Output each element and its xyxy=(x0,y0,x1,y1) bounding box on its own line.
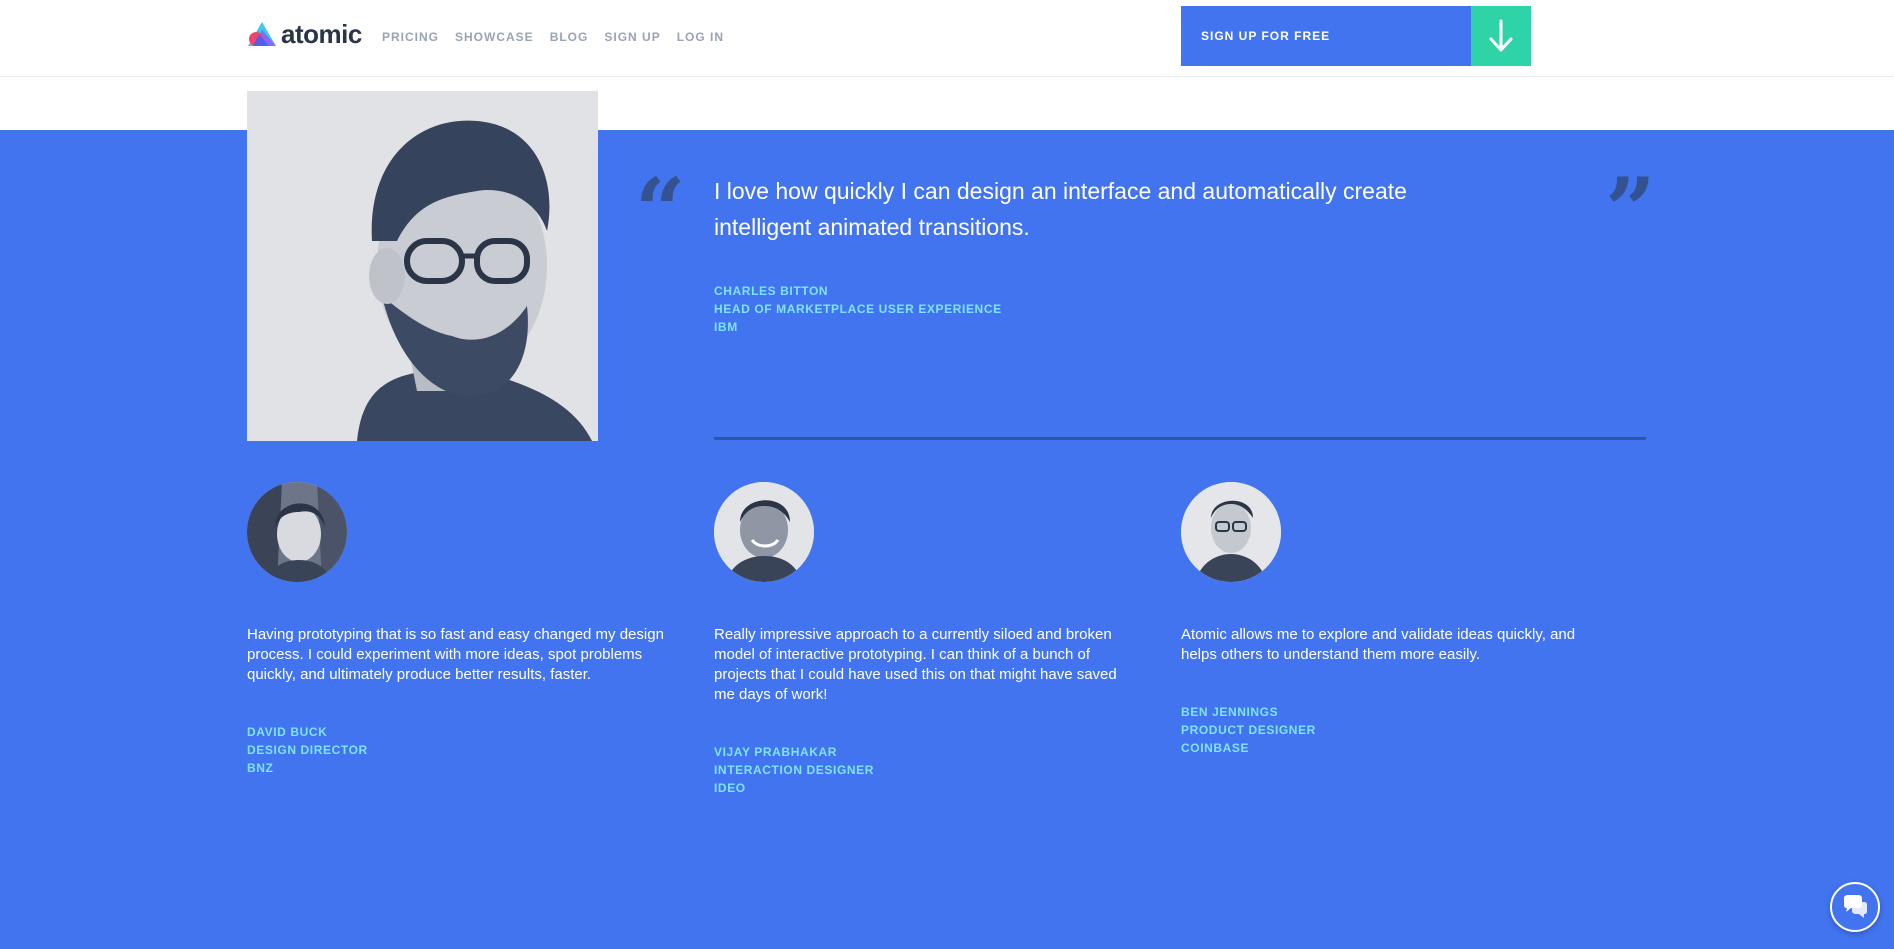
testimonial-name: DAVID BUCK xyxy=(247,725,328,739)
testimonial-card: Having prototyping that is so fast and e… xyxy=(247,482,667,777)
atomic-logo-icon xyxy=(248,22,276,46)
testimonial-card: Really impressive approach to a currentl… xyxy=(714,482,1134,797)
avatar xyxy=(1181,482,1281,582)
page: atomic PRICING SHOWCASE BLOG SIGN UP LOG… xyxy=(0,0,1894,949)
sign-up-free-button[interactable]: SIGN UP FOR FREE xyxy=(1181,6,1531,66)
brand-logo[interactable]: atomic xyxy=(247,20,362,48)
testimonial-name: BEN JENNINGS xyxy=(1181,705,1279,719)
nav-sign-up[interactable]: SIGN UP xyxy=(604,30,660,44)
nav-pricing[interactable]: PRICING xyxy=(382,30,439,44)
nav-showcase[interactable]: SHOWCASE xyxy=(455,30,534,44)
testimonial-name: VIJAY PRABHAKAR xyxy=(714,745,838,759)
site-header: atomic PRICING SHOWCASE BLOG SIGN UP LOG… xyxy=(0,0,1894,77)
sign-up-free-label: SIGN UP FOR FREE xyxy=(1201,29,1331,43)
featured-name: CHARLES BITTON xyxy=(714,284,829,298)
featured-title: HEAD OF MARKETPLACE USER EXPERIENCE xyxy=(714,302,1002,316)
brand-name: atomic xyxy=(281,19,362,49)
testimonial-attribution: DAVID BUCK DESIGN DIRECTOR BNZ xyxy=(247,723,667,777)
testimonial-company: COINBASE xyxy=(1181,741,1250,755)
testimonial-title: DESIGN DIRECTOR xyxy=(247,743,368,757)
testimonial-company: IDEO xyxy=(714,781,746,795)
testimonial-quote: Atomic allows me to explore and validate… xyxy=(1181,626,1576,663)
featured-quote: I love how quickly I can design an inter… xyxy=(714,178,1407,240)
chat-bubbles-icon xyxy=(1844,895,1867,918)
testimonial-title: INTERACTION DESIGNER xyxy=(714,763,875,777)
testimonial-quote: Really impressive approach to a currentl… xyxy=(714,626,1117,703)
featured-company: IBM xyxy=(714,320,738,334)
nav-blog[interactable]: BLOG xyxy=(550,30,589,44)
testimonial-attribution: BEN JENNINGS PRODUCT DESIGNER COINBASE xyxy=(1181,703,1601,757)
testimonial-company: BNZ xyxy=(247,761,274,775)
featured-portrait xyxy=(247,91,598,441)
testimonial-quote: Having prototyping that is so fast and e… xyxy=(247,626,664,683)
chat-launcher-button[interactable] xyxy=(1830,882,1880,932)
testimonial-attribution: VIJAY PRABHAKAR INTERACTION DESIGNER IDE… xyxy=(714,743,1134,797)
main-nav: PRICING SHOWCASE BLOG SIGN UP LOG IN xyxy=(382,30,740,44)
testimonial-card: Atomic allows me to explore and validate… xyxy=(1181,482,1601,757)
nav-log-in[interactable]: LOG IN xyxy=(677,30,724,44)
featured-attribution: CHARLES BITTON HEAD OF MARKETPLACE USER … xyxy=(714,282,1002,336)
avatar xyxy=(714,482,814,582)
section-divider xyxy=(714,437,1646,440)
avatar xyxy=(247,482,347,582)
arrow-down-icon xyxy=(1471,6,1531,66)
testimonial-title: PRODUCT DESIGNER xyxy=(1181,723,1316,737)
open-quote-icon: “ xyxy=(635,158,686,262)
close-quote-icon: ” xyxy=(1605,158,1656,262)
